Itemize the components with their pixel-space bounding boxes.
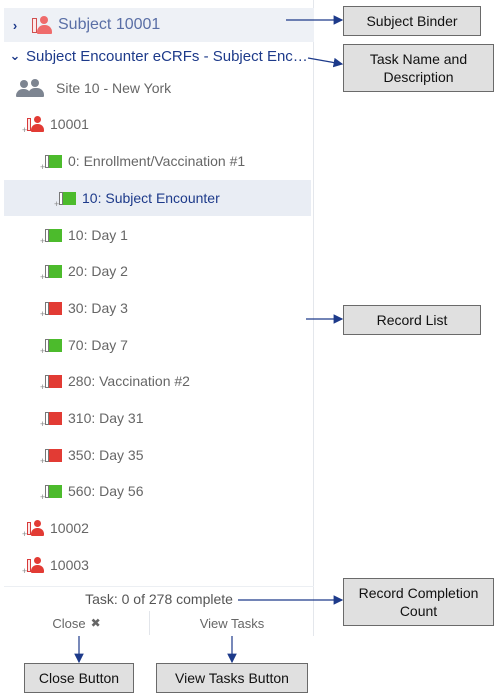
subject-icon: +	[22, 556, 44, 576]
record-icon: +	[40, 446, 62, 466]
task-name-label: Subject Encounter eCRFs - Subject Encoun…	[26, 47, 308, 65]
record-label: 70: Day 7	[68, 337, 128, 353]
record-icon: +	[40, 299, 62, 319]
record-row[interactable]: +20: Day 2	[4, 253, 311, 289]
record-icon: +	[40, 262, 62, 282]
record-row[interactable]: +30: Day 3	[4, 290, 311, 326]
view-tasks-button[interactable]: View Tasks	[149, 611, 314, 635]
record-label: 10002	[50, 520, 89, 536]
task-panel: › Subject 10001 ⌄ Subject Encounter eCRF…	[4, 0, 314, 636]
subject-binder[interactable]: › Subject 10001	[4, 8, 314, 42]
close-icon: ✖	[90, 616, 101, 630]
record-label: 280: Vaccination #2	[68, 373, 190, 389]
callout-record-list: Record List	[343, 305, 481, 335]
record-label: 0: Enrollment/Vaccination #1	[68, 153, 246, 169]
record-icon: +	[40, 336, 62, 356]
subject-binder-icon	[30, 15, 52, 35]
record-row[interactable]: +70: Day 7	[4, 327, 311, 363]
record-row[interactable]: +310: Day 31	[4, 400, 311, 436]
footer: Task: 0 of 278 complete Close ✖ View Tas…	[4, 586, 314, 636]
record-icon: +	[40, 372, 62, 392]
subject-binder-label: Subject 10001	[58, 16, 161, 33]
record-icon: +	[40, 482, 62, 502]
record-row[interactable]: +280: Vaccination #2	[4, 363, 311, 399]
record-label: 10001	[50, 116, 89, 132]
chevron-right-icon[interactable]: ›	[4, 18, 26, 33]
record-completion-count: Task: 0 of 278 complete	[85, 591, 233, 607]
record-icon: +	[54, 189, 76, 209]
subject-icon: +	[22, 115, 44, 135]
record-row[interactable]: +0: Enrollment/Vaccination #1	[4, 143, 311, 179]
record-label: 10003	[50, 557, 89, 573]
record-row[interactable]: +560: Day 56	[4, 473, 311, 509]
close-button-label: Close	[52, 615, 86, 631]
site-row[interactable]: Site 10 - New York	[4, 70, 311, 106]
site-label: Site 10 - New York	[56, 80, 172, 96]
record-label: 350: Day 35	[68, 447, 144, 463]
record-label: 10: Day 1	[68, 227, 128, 243]
record-icon: +	[40, 409, 62, 429]
record-row[interactable]: +10: Day 1	[4, 217, 311, 253]
callout-subject-binder: Subject Binder	[343, 6, 481, 36]
record-label: 310: Day 31	[68, 410, 144, 426]
callout-task-name: Task Name and Description	[343, 44, 494, 92]
callout-view-tasks-button: View Tasks Button	[156, 663, 308, 693]
record-label: 560: Day 56	[68, 483, 144, 499]
chevron-down-icon[interactable]: ⌄	[4, 48, 26, 64]
subject-row[interactable]: +10002	[4, 510, 311, 546]
record-icon: +	[40, 152, 62, 172]
subject-row[interactable]: +10003	[4, 547, 311, 583]
task-header[interactable]: ⌄ Subject Encounter eCRFs - Subject Enco…	[4, 42, 314, 70]
subject-icon: +	[22, 519, 44, 539]
view-tasks-button-label: View Tasks	[199, 615, 265, 631]
close-button[interactable]: Close ✖	[4, 611, 149, 635]
subject-row[interactable]: +10001	[4, 106, 311, 142]
record-label: 20: Day 2	[68, 263, 128, 279]
record-row[interactable]: +350: Day 35	[4, 437, 311, 473]
callout-record-count: Record Completion Count	[343, 578, 494, 626]
users-icon	[16, 79, 44, 97]
callout-close-button: Close Button	[24, 663, 134, 693]
record-row[interactable]: +10: Subject Encounter	[4, 180, 311, 216]
record-label: 30: Day 3	[68, 300, 128, 316]
record-label: 10: Subject Encounter	[82, 190, 220, 206]
record-icon: +	[40, 226, 62, 246]
